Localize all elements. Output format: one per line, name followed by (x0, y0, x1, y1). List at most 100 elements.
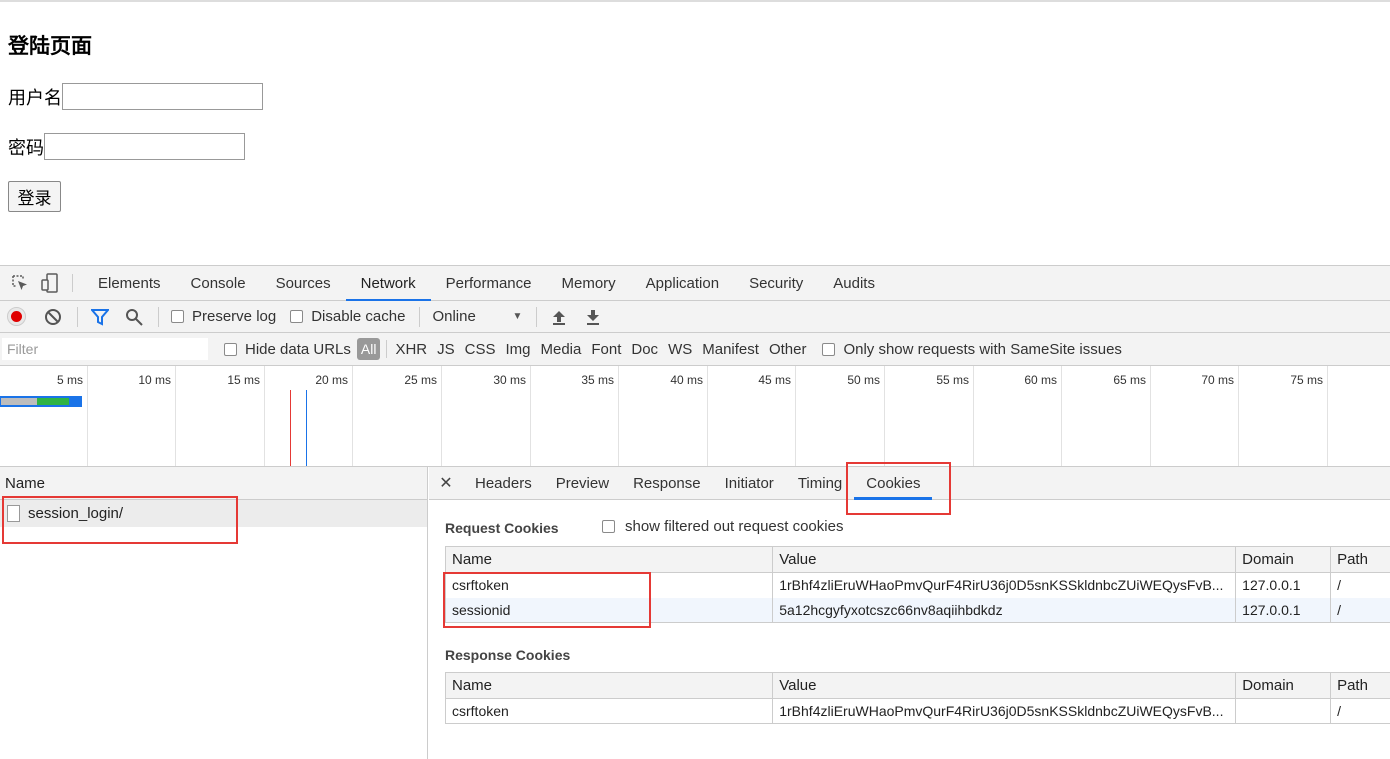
tab-network[interactable]: Network (345, 266, 431, 301)
timeline-gridline (87, 366, 88, 466)
timeline-gridline (1327, 366, 1328, 466)
checkbox-box[interactable] (822, 342, 836, 356)
timeline-gridline (1150, 366, 1151, 466)
devtools-tabbar: Elements Console Sources Network Perform… (0, 266, 1390, 301)
tab-application[interactable]: Application (631, 266, 734, 300)
timeline-gridline (352, 366, 353, 466)
column-header-domain[interactable]: Domain (1235, 546, 1332, 573)
tab-sources[interactable]: Sources (261, 266, 346, 300)
request-details: ✕ Headers Preview Response Initiator Tim… (429, 467, 1390, 759)
request-list-header[interactable]: Name (0, 467, 427, 500)
username-label: 用户名 (8, 87, 62, 109)
table-row[interactable]: csrftoken 1rBhf4zliEruWHaoPmvQurF4RirU36… (444, 572, 1390, 598)
filter-xhr[interactable]: XHR (395, 341, 427, 358)
filter-other[interactable]: Other (769, 341, 807, 358)
detail-tab-response[interactable]: Response (621, 467, 713, 499)
timeline-tick-label: 5 ms (56, 373, 83, 387)
column-header-value[interactable]: Value (772, 672, 1237, 699)
timeline-gridline (264, 366, 265, 466)
load-event-line (290, 390, 291, 466)
filter-input[interactable]: Filter (2, 338, 208, 360)
detail-tab-preview[interactable]: Preview (544, 467, 621, 499)
disable-cache-label: Disable cache (311, 308, 406, 325)
tab-performance[interactable]: Performance (431, 266, 547, 300)
show-filtered-cookies-checkbox[interactable]: show filtered out request cookies (602, 518, 843, 535)
hide-data-urls-checkbox[interactable]: Hide data URLs (224, 341, 351, 358)
record-button[interactable] (7, 307, 26, 326)
inspect-element-icon[interactable] (8, 266, 32, 300)
show-filtered-label: show filtered out request cookies (625, 518, 844, 535)
throttling-select[interactable]: Online ▼ (432, 308, 522, 325)
filter-icon[interactable] (90, 307, 110, 327)
search-icon[interactable] (124, 307, 144, 327)
timeline-bar-waiting (1, 398, 37, 405)
filter-css[interactable]: CSS (465, 341, 496, 358)
column-header-name[interactable]: Name (444, 546, 774, 573)
filter-manifest[interactable]: Manifest (702, 341, 759, 358)
table-row[interactable]: csrftoken 1rBhf4zliEruWHaoPmvQurF4RirU36… (444, 698, 1390, 724)
login-button[interactable]: 登录 (8, 181, 61, 212)
checkbox-box[interactable] (290, 310, 304, 323)
tab-audits[interactable]: Audits (818, 266, 890, 300)
dom-content-loaded-line (306, 390, 307, 466)
filter-ws[interactable]: WS (668, 341, 692, 358)
request-row[interactable]: session_login/ (0, 500, 427, 527)
request-list: Name session_login/ (0, 467, 428, 759)
tab-memory[interactable]: Memory (547, 266, 631, 300)
column-header-name[interactable]: Name (444, 672, 774, 699)
table-row[interactable]: sessionid 5a12hcgyfyxotcszc66nv8aqiihbdk… (444, 597, 1390, 623)
filter-all-button[interactable]: All (356, 338, 381, 360)
filter-doc[interactable]: Doc (631, 341, 658, 358)
timeline-gridline (1061, 366, 1062, 466)
disable-cache-checkbox[interactable]: Disable cache (290, 308, 405, 325)
network-overview-timeline[interactable]: 5 ms 10 ms 15 ms 20 ms 25 ms 30 ms 35 ms 40 ms 4… (0, 366, 1390, 467)
password-input[interactable] (44, 133, 245, 160)
network-lower-panes: Name session_login/ ✕ Headers Preview Re… (0, 467, 1390, 759)
timeline-gridline (1238, 366, 1239, 466)
detail-tab-initiator[interactable]: Initiator (713, 467, 786, 499)
column-header-domain[interactable]: Domain (1235, 672, 1332, 699)
detail-tab-timing[interactable]: Timing (786, 467, 854, 499)
timeline-tick-label: 60 ms (1024, 373, 1057, 387)
throttling-value: Online (432, 308, 476, 325)
preserve-log-checkbox[interactable]: Preserve log (171, 308, 276, 325)
import-har-icon[interactable] (549, 307, 569, 327)
filter-img[interactable]: Img (505, 341, 530, 358)
filter-font[interactable]: Font (591, 341, 621, 358)
checkbox-box[interactable] (602, 520, 615, 533)
timeline-tick-label: 15 ms (227, 373, 260, 387)
timeline-gridline (530, 366, 531, 466)
column-header-path[interactable]: Path (1330, 672, 1390, 699)
timeline-tick-label: 35 ms (581, 373, 614, 387)
samesite-label: Only show requests with SameSite issues (843, 340, 1122, 358)
filter-media[interactable]: Media (541, 341, 582, 358)
tab-security[interactable]: Security (734, 266, 818, 300)
samesite-checkbox[interactable]: Only show requests with SameSite issues (822, 340, 1122, 358)
cookie-name: csrftoken (444, 698, 774, 724)
username-input[interactable] (62, 83, 263, 110)
timeline-gridline (884, 366, 885, 466)
tab-elements[interactable]: Elements (83, 266, 176, 300)
cookie-domain: 127.0.0.1 (1235, 572, 1332, 598)
column-header-value[interactable]: Value (772, 546, 1237, 573)
devtools-panel: Elements Console Sources Network Perform… (0, 265, 1390, 759)
close-icon[interactable]: ✕ (429, 467, 463, 499)
device-toolbar-icon[interactable] (38, 266, 62, 300)
clear-icon[interactable] (43, 307, 63, 327)
timeline-tick-label: 55 ms (936, 373, 969, 387)
request-cookies-table: Name Value Domain Path csrftoken 1rBhf4z… (444, 546, 1390, 623)
preserve-log-label: Preserve log (192, 308, 277, 325)
chevron-down-icon: ▼ (512, 311, 523, 322)
checkbox-box[interactable] (224, 342, 237, 356)
column-header-path[interactable]: Path (1330, 546, 1390, 573)
detail-tab-cookies[interactable]: Cookies (854, 467, 933, 500)
timeline-bar-receiving (37, 398, 69, 405)
export-har-icon[interactable] (583, 307, 603, 327)
request-cookies-title: Request Cookies (445, 520, 559, 536)
cookie-name: sessionid (444, 597, 774, 623)
timeline-tick-label: 70 ms (1201, 373, 1234, 387)
filter-js[interactable]: JS (437, 341, 455, 358)
tab-console[interactable]: Console (176, 266, 261, 300)
detail-tab-headers[interactable]: Headers (463, 467, 544, 499)
checkbox-box[interactable] (171, 310, 184, 323)
